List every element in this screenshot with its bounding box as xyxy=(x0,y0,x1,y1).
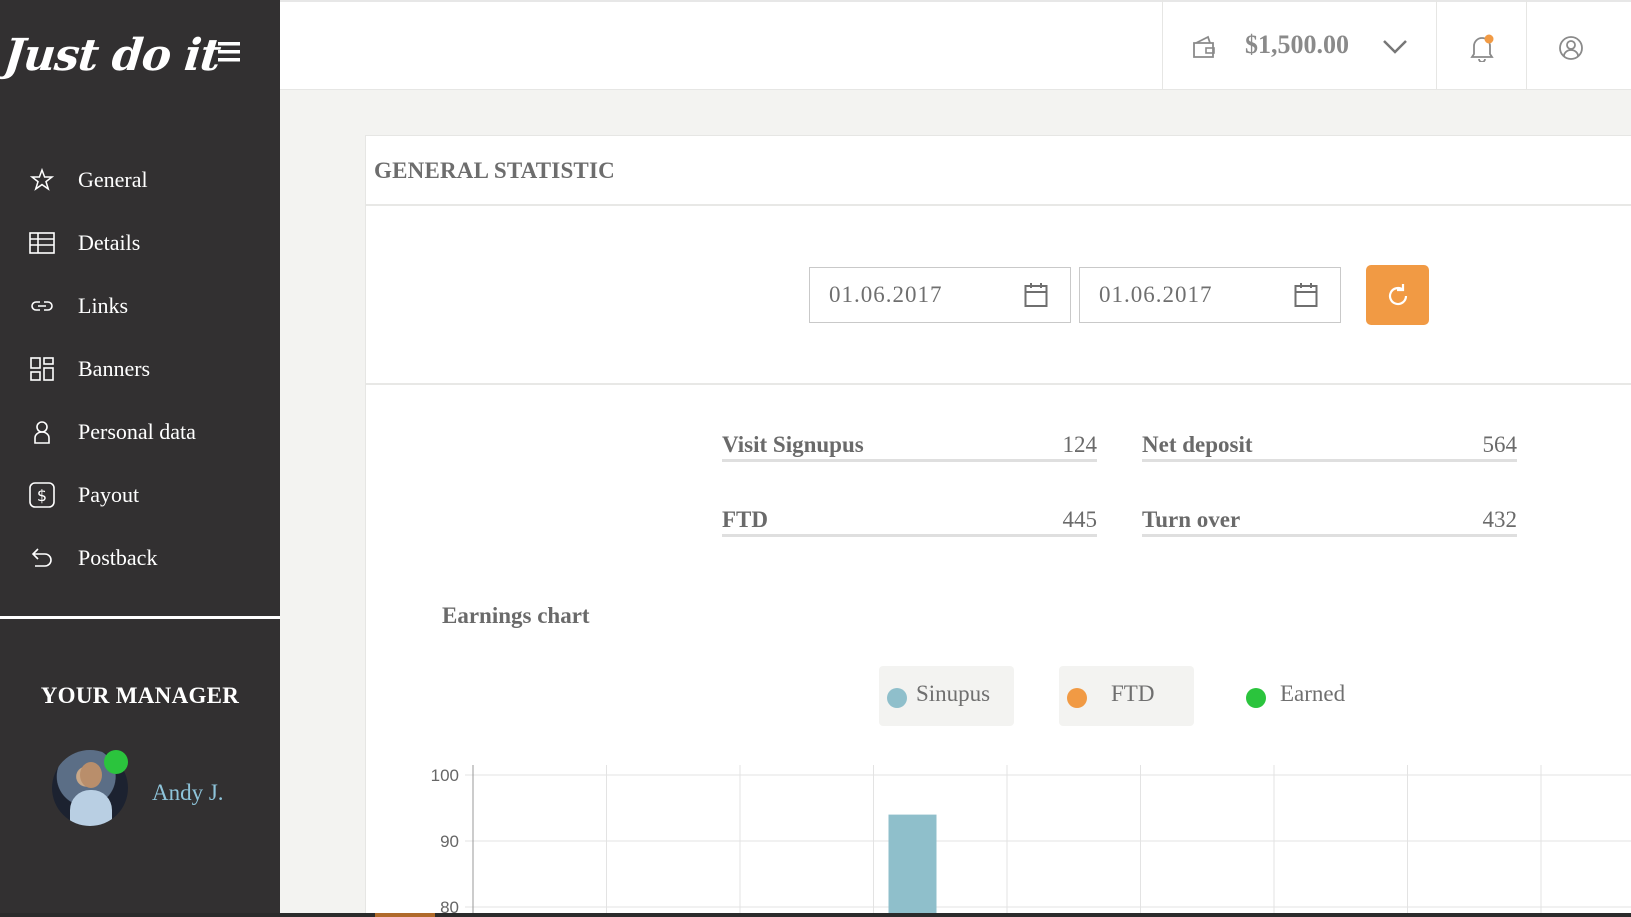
chart-title: Earnings chart xyxy=(442,603,590,628)
bell-icon xyxy=(1469,34,1495,63)
window-bottom-edge xyxy=(0,913,1631,917)
person-icon xyxy=(28,418,56,446)
date-to-value: 01.06.2017 xyxy=(1099,282,1213,307)
sidebar-item-label: Personal data xyxy=(78,418,196,444)
user-profile-icon[interactable] xyxy=(1558,35,1584,61)
sidebar-item-label: Payout xyxy=(78,481,140,507)
balance-amount: $1,500.00 xyxy=(1245,30,1349,59)
grid-icon xyxy=(28,355,56,383)
calendar-icon[interactable] xyxy=(1024,282,1048,308)
card-divider xyxy=(366,204,1631,206)
sidebar-item-label: Details xyxy=(78,229,141,255)
stat-net-deposit: Net deposit 564 xyxy=(1142,432,1517,462)
legend-dot xyxy=(1067,688,1087,708)
sidebar-item-links[interactable]: Links xyxy=(0,274,280,337)
stat-value: 445 xyxy=(1062,507,1098,532)
scrollbar-thumb[interactable] xyxy=(375,913,435,917)
manager-name[interactable]: Andy J. xyxy=(152,780,224,806)
chevron-down-icon xyxy=(1382,38,1408,56)
stat-value: 124 xyxy=(1062,432,1098,457)
sidebar-item-label: Postback xyxy=(78,544,158,570)
date-from-input[interactable]: 01.06.2017 xyxy=(809,267,1071,323)
sidebar-item-personal-data[interactable]: Personal data xyxy=(0,400,280,463)
stat-label: Net deposit xyxy=(1142,432,1253,457)
date-to-input[interactable]: 01.06.2017 xyxy=(1079,267,1341,323)
sidebar-item-postback[interactable]: Postback xyxy=(0,526,280,589)
stat-turn-over: Turn over 432 xyxy=(1142,507,1517,537)
return-icon xyxy=(28,544,56,572)
stat-ftd: FTD 445 xyxy=(722,507,1097,537)
stat-value: 432 xyxy=(1482,507,1518,532)
sidebar-item-label: Banners xyxy=(78,355,151,381)
legend-item-sinupus[interactable]: Sinupus xyxy=(879,666,1014,726)
page-title: GENERAL STATISTIC xyxy=(374,158,615,183)
avatar-head xyxy=(80,762,102,788)
sidebar-header: Just do it xyxy=(0,0,280,90)
sidebar-item-general[interactable]: General xyxy=(0,148,280,211)
refresh-button[interactable] xyxy=(1366,265,1429,325)
calendar-icon[interactable] xyxy=(1294,282,1318,308)
legend-item-earned[interactable]: Earned xyxy=(1238,666,1373,726)
legend-item-ftd[interactable]: FTD xyxy=(1059,666,1194,726)
manager-title: YOUR MANAGER xyxy=(40,683,240,708)
sidebar-nav: General Details Links Banners Personal d… xyxy=(0,148,280,589)
refresh-icon xyxy=(1388,284,1408,306)
online-status-dot xyxy=(104,750,128,774)
card-divider xyxy=(366,383,1631,385)
app-logo[interactable]: Just do it xyxy=(1,30,222,81)
earnings-chart-svg: 1009080 xyxy=(431,765,1631,917)
y-tick-label: 100 xyxy=(431,766,459,785)
table-icon xyxy=(28,229,56,257)
legend-dot xyxy=(1246,688,1266,708)
wallet-icon xyxy=(1191,35,1217,59)
stat-label: Visit Signupus xyxy=(722,432,864,457)
sidebar-item-details[interactable]: Details xyxy=(0,211,280,274)
hamburger-menu-icon[interactable] xyxy=(216,40,244,66)
earnings-chart: 100 90 80 xyxy=(405,760,1631,917)
legend-label: Sinupus xyxy=(916,681,991,706)
sidebar-item-banners[interactable]: Banners xyxy=(0,337,280,400)
avatar-shirt xyxy=(70,790,112,826)
legend-label: Earned xyxy=(1280,681,1346,706)
stat-label: Turn over xyxy=(1142,507,1241,532)
stat-value: 564 xyxy=(1482,432,1518,457)
sidebar-divider xyxy=(0,616,280,619)
sidebar-item-label: Links xyxy=(78,292,129,318)
stat-visit-signupus: Visit Signupus 124 xyxy=(722,432,1097,462)
legend-label: FTD xyxy=(1111,681,1155,706)
date-from-value: 01.06.2017 xyxy=(829,282,943,307)
dollar-icon: $ xyxy=(28,481,56,509)
link-icon xyxy=(28,292,56,320)
sidebar-item-payout[interactable]: $ Payout xyxy=(0,463,280,526)
y-tick-label: 90 xyxy=(440,832,459,851)
star-icon xyxy=(28,166,56,194)
sidebar-item-label: General xyxy=(78,166,148,192)
legend-dot xyxy=(887,688,907,708)
bar-sinupus[interactable] xyxy=(888,814,937,917)
svg-text:$: $ xyxy=(37,486,47,505)
sidebar: Just do it General Details Links Banners… xyxy=(0,0,280,917)
stat-label: FTD xyxy=(722,507,768,532)
